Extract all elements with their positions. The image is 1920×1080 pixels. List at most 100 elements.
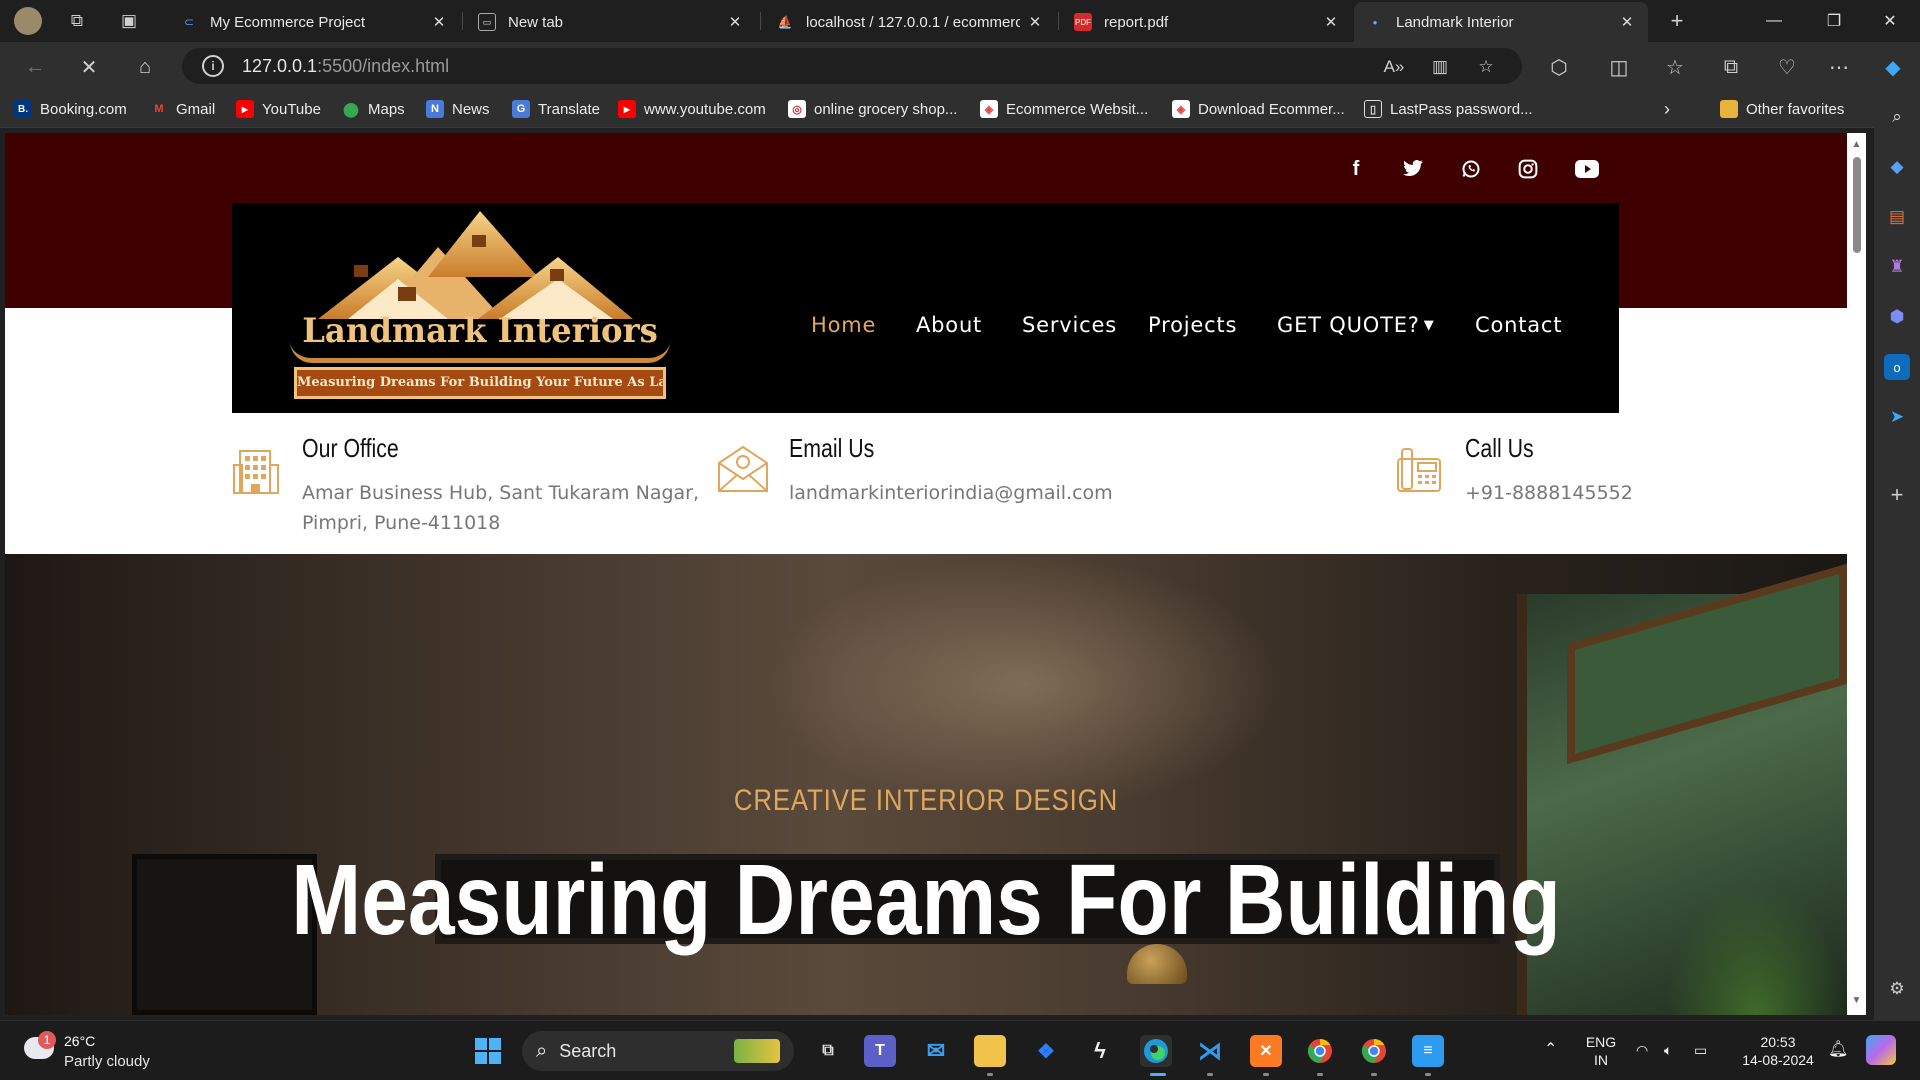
close-tab-icon[interactable]: ✕ xyxy=(1026,13,1044,31)
instagram-icon[interactable] xyxy=(1514,155,1542,183)
favorite-download-ecommerce[interactable]: ◈ Download Ecommer... xyxy=(1172,98,1345,120)
notification-bell-icon[interactable]: 🔔︎ xyxy=(1828,1041,1848,1059)
tab-landmark-interior[interactable]: ● Landmark Interior ✕ xyxy=(1354,2,1648,42)
taskbar-search-box[interactable]: ⌕ Search xyxy=(522,1031,794,1071)
file-explorer-icon[interactable] xyxy=(974,1035,1006,1067)
settings-more-icon[interactable]: ⋯ xyxy=(1824,52,1854,82)
scroll-up-arrow[interactable]: ▲ xyxy=(1850,139,1863,152)
split-screen-icon[interactable]: ◫ xyxy=(1604,52,1634,82)
xampp-icon[interactable]: ✕ xyxy=(1250,1035,1282,1067)
close-tab-icon[interactable]: ✕ xyxy=(430,13,448,31)
browser-essentials-icon[interactable]: ♡ xyxy=(1772,52,1802,82)
shopping-tag-icon[interactable]: ◆ xyxy=(1884,154,1910,180)
copilot-taskbar-icon[interactable] xyxy=(1866,1035,1896,1065)
tab-my-ecommerce-project[interactable]: ⊂ My Ecommerce Project ✕ xyxy=(168,2,460,42)
send-icon[interactable]: ➤ xyxy=(1884,404,1910,430)
workspaces-icon[interactable]: ⧉ xyxy=(64,8,90,34)
nav-home[interactable]: Home xyxy=(811,313,876,337)
favorite-translate[interactable]: G Translate xyxy=(512,98,600,120)
url-text[interactable]: 127.0.0.1:5500/index.html xyxy=(242,56,449,77)
youtube-icon[interactable] xyxy=(1573,155,1601,183)
add-sidebar-app-icon[interactable]: + xyxy=(1884,482,1910,508)
tab-bar: ⧉ ▣ ⊂ My Ecommerce Project ✕ ▭ New tab ✕… xyxy=(0,0,1920,42)
favorites-icon[interactable]: ☆ xyxy=(1660,52,1690,82)
phone-number[interactable]: +91-8888145552 xyxy=(1465,478,1665,508)
nav-contact[interactable]: Contact xyxy=(1475,313,1562,337)
tray-overflow-chevron[interactable]: ⌃ xyxy=(1544,1041,1557,1059)
read-aloud-icon[interactable]: A» xyxy=(1382,55,1406,79)
search-highlight-icon xyxy=(734,1039,780,1063)
immersive-reader-icon[interactable]: ▥ xyxy=(1428,55,1452,79)
minimize-button[interactable]: — xyxy=(1746,0,1802,42)
favorite-ecommerce-website[interactable]: ◈ Ecommerce Websit... xyxy=(980,98,1148,120)
clock[interactable]: 20:53 14-08-2024 xyxy=(1736,1033,1820,1069)
email-address[interactable]: landmarkinteriorindia@gmail.com xyxy=(789,478,1209,508)
collections-icon[interactable]: ⧉ xyxy=(1716,52,1746,82)
edge-browser-icon[interactable] xyxy=(1140,1035,1172,1067)
running-indicator xyxy=(1207,1073,1213,1076)
restore-button[interactable]: ❐ xyxy=(1806,0,1862,42)
whatsapp-icon[interactable] xyxy=(1457,155,1485,183)
outlook-icon[interactable]: o xyxy=(1884,354,1910,380)
extensions-icon[interactable]: ⬡ xyxy=(1544,52,1574,82)
favorite-gmail[interactable]: M Gmail xyxy=(150,98,215,120)
notepad-icon[interactable]: ≡ xyxy=(1412,1035,1444,1067)
favorite-news[interactable]: N News xyxy=(426,98,490,120)
volume-icon[interactable]: 🔈︎ xyxy=(1664,1041,1672,1059)
scrollbar-thumb[interactable] xyxy=(1853,157,1861,253)
copilot-sidebar-icon[interactable]: ⬢ xyxy=(1884,304,1910,330)
favorites-overflow-chevron[interactable]: › xyxy=(1664,98,1670,120)
mail-icon[interactable]: ✉ xyxy=(920,1035,952,1067)
address-bar[interactable]: i 127.0.0.1:5500/index.html A» ▥ ☆ xyxy=(182,48,1522,84)
favorite-maps[interactable]: ⬤ Maps xyxy=(342,98,405,120)
weather-widget[interactable]: 1 26°C Partly cloudy xyxy=(20,1029,170,1073)
close-tab-icon[interactable]: ✕ xyxy=(1322,13,1340,31)
task-view-icon[interactable]: ⧉ xyxy=(812,1035,844,1067)
battery-icon[interactable]: ▭ xyxy=(1694,1041,1707,1059)
favorite-booking[interactable]: B. Booking.com xyxy=(14,98,127,120)
other-favorites[interactable]: Other favorites xyxy=(1720,98,1844,120)
vscode-icon[interactable]: ⋊ xyxy=(1194,1035,1226,1067)
close-window-button[interactable]: ✕ xyxy=(1862,0,1918,42)
tools-icon[interactable]: ▤ xyxy=(1884,204,1910,230)
games-icon[interactable]: ♜ xyxy=(1884,254,1910,280)
site-info-icon[interactable]: i xyxy=(202,55,224,77)
sidebar-settings-icon[interactable]: ⚙ xyxy=(1884,976,1910,1002)
nav-projects[interactable]: Projects xyxy=(1148,313,1237,337)
nav-get-quote[interactable]: GET QUOTE? ▼ xyxy=(1277,313,1435,337)
stop-loading-icon[interactable]: ✕ xyxy=(74,52,104,82)
favorite-lastpass[interactable]: ▯ LastPass password... xyxy=(1364,98,1533,120)
tab-report-pdf[interactable]: PDF report.pdf ✕ xyxy=(1062,2,1352,42)
gmail-icon: M xyxy=(154,103,164,115)
dropbox-icon[interactable]: ❖ xyxy=(1030,1035,1062,1067)
facebook-icon[interactable]: f xyxy=(1342,155,1370,183)
language-indicator[interactable]: ENG IN xyxy=(1580,1033,1622,1069)
search-icon[interactable]: ⌕ xyxy=(1884,104,1910,130)
chrome-profile-m-icon[interactable] xyxy=(1304,1035,1336,1067)
twitter-icon[interactable] xyxy=(1399,155,1427,183)
terminal-app-icon[interactable]: ϟ xyxy=(1084,1035,1116,1067)
page-scrollbar[interactable]: ▲ ▼ xyxy=(1847,133,1866,1015)
favorite-youtube[interactable]: ▶ YouTube xyxy=(236,98,321,120)
vertical-tabs-icon[interactable]: ▣ xyxy=(116,8,142,34)
chrome-profile-s-icon[interactable] xyxy=(1358,1035,1390,1067)
favorite-star-icon[interactable]: ☆ xyxy=(1474,55,1498,79)
nav-about[interactable]: About xyxy=(916,313,982,337)
back-arrow-icon[interactable]: ← xyxy=(20,52,50,82)
windows-start-icon[interactable] xyxy=(472,1035,504,1067)
copilot-icon[interactable]: ◆ xyxy=(1878,52,1908,82)
close-tab-icon[interactable]: ✕ xyxy=(1618,13,1636,31)
tab-new-tab[interactable]: ▭ New tab ✕ xyxy=(466,2,756,42)
wifi-icon[interactable]: ◠ xyxy=(1636,1041,1648,1059)
favorite-www-youtube[interactable]: ▶ www.youtube.com xyxy=(618,98,766,120)
new-tab-plus-icon[interactable]: + xyxy=(1664,8,1690,34)
scroll-down-arrow[interactable]: ▼ xyxy=(1850,995,1863,1008)
nav-services[interactable]: Services xyxy=(1022,313,1117,337)
site-logo[interactable]: Landmark Interiors Measuring Dreams For … xyxy=(288,207,672,407)
close-tab-icon[interactable]: ✕ xyxy=(726,13,744,31)
home-icon[interactable]: ⌂ xyxy=(130,52,160,82)
tab-phpmyadmin[interactable]: ⛵ localhost / 127.0.0.1 / ecommerc ✕ xyxy=(764,2,1056,42)
profile-avatar[interactable] xyxy=(14,7,42,35)
favorite-online-grocery[interactable]: ◎ online grocery shop... xyxy=(788,98,957,120)
teams-icon[interactable]: T xyxy=(864,1035,896,1067)
